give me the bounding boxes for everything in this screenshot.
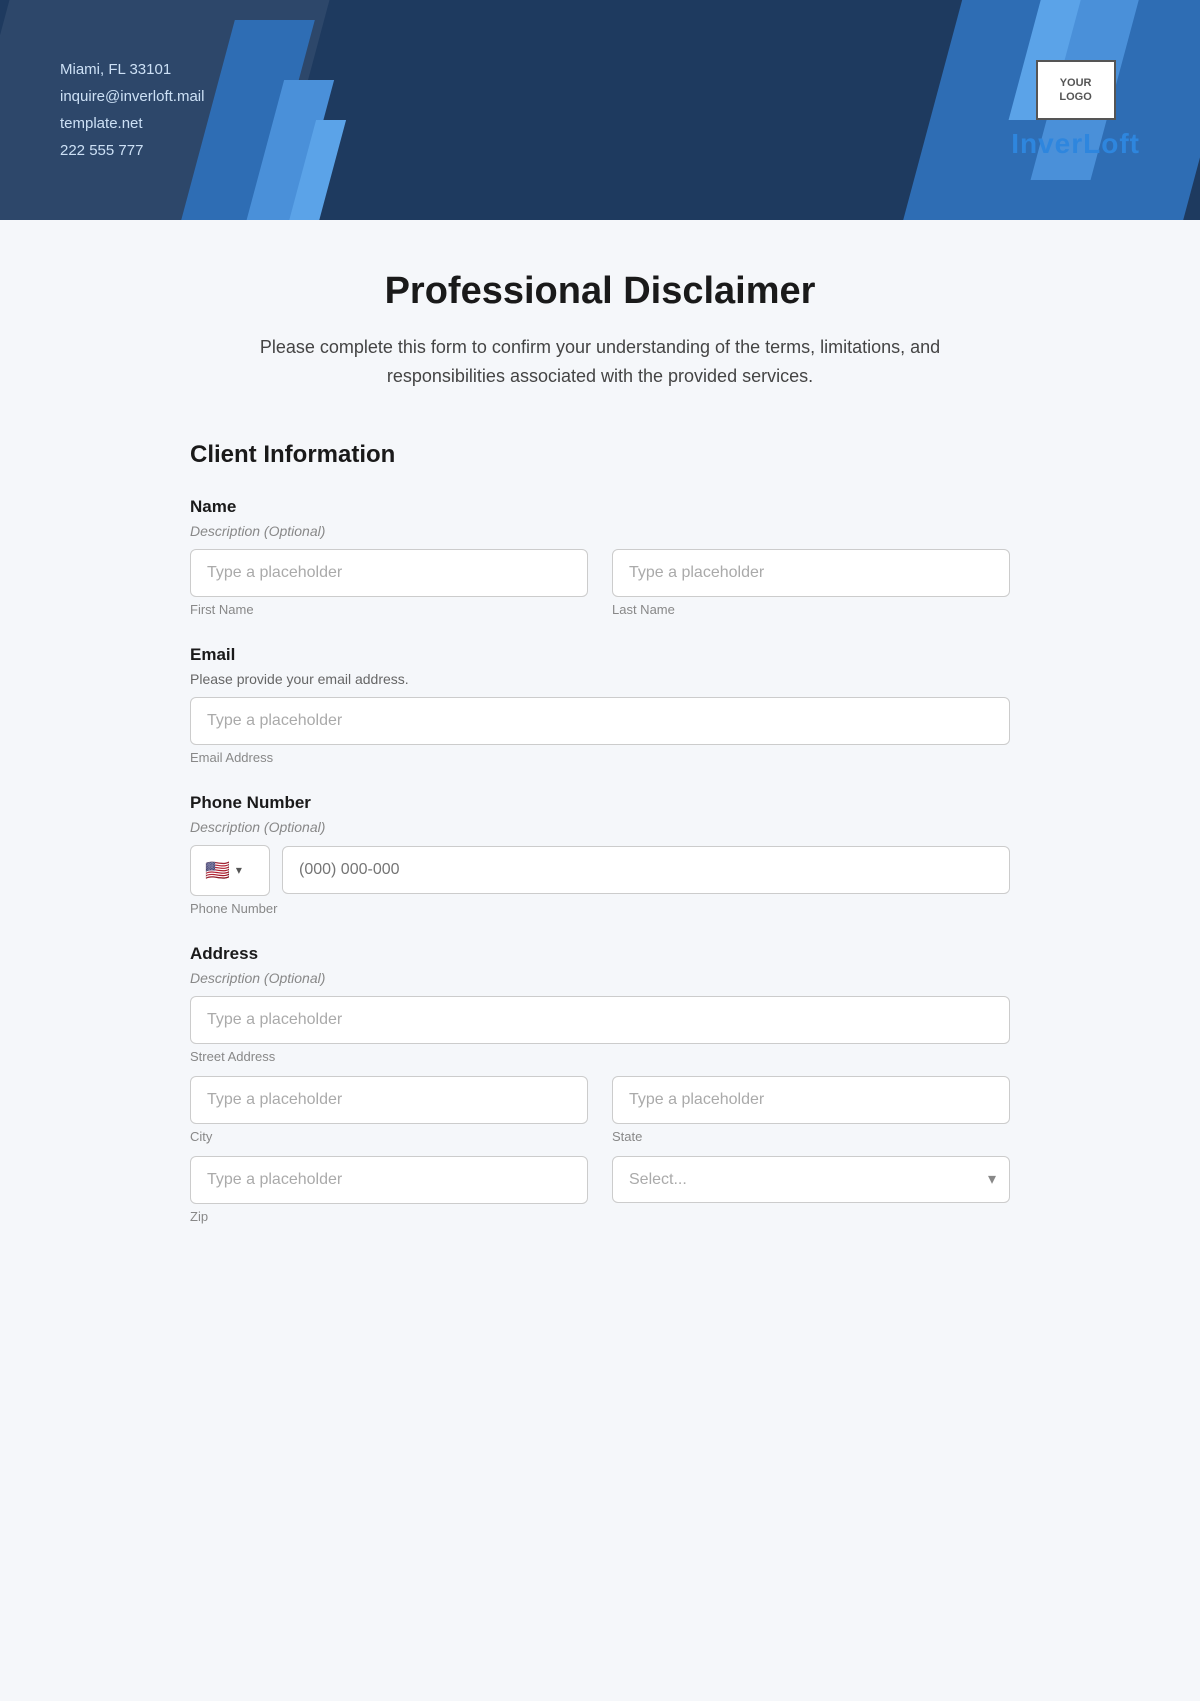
header-contact-info: Miami, FL 33101 inquire@inverloft.mail t… bbox=[60, 56, 204, 164]
header-brand: YOUR LOGO InverLoft bbox=[1011, 60, 1140, 160]
page-title: Professional Disclaimer bbox=[190, 270, 1010, 313]
page-subtitle: Please complete this form to confirm you… bbox=[250, 333, 950, 391]
zip-select-row: Zip Select... bbox=[190, 1156, 1010, 1224]
city-col: City bbox=[190, 1076, 588, 1144]
phone-number-input[interactable] bbox=[282, 846, 1010, 894]
name-label: Name bbox=[190, 497, 1010, 517]
brand-name: InverLoft bbox=[1011, 128, 1140, 160]
phone-hint: Phone Number bbox=[190, 901, 1010, 916]
address-field-group: Address Description (Optional) Street Ad… bbox=[190, 944, 1010, 1224]
flag-icon: 🇺🇸 bbox=[205, 858, 230, 883]
zip-hint: Zip bbox=[190, 1209, 588, 1224]
logo-text-line1: YOUR bbox=[1060, 76, 1092, 90]
zip-input[interactable] bbox=[190, 1156, 588, 1204]
email-input[interactable] bbox=[190, 697, 1010, 745]
email-field-group: Email Please provide your email address.… bbox=[190, 645, 1010, 765]
address-select[interactable]: Select... bbox=[612, 1156, 1010, 1203]
city-input[interactable] bbox=[190, 1076, 588, 1124]
last-name-hint: Last Name bbox=[612, 602, 1010, 617]
first-name-col: First Name bbox=[190, 549, 588, 617]
client-info-heading: Client Information bbox=[190, 441, 1010, 469]
phone-input-row: 🇺🇸 ▾ bbox=[190, 845, 1010, 896]
address-description: Description (Optional) bbox=[190, 970, 1010, 986]
email-description: Please provide your email address. bbox=[190, 671, 1010, 687]
first-name-input[interactable] bbox=[190, 549, 588, 597]
state-col: State bbox=[612, 1076, 1010, 1144]
city-hint: City bbox=[190, 1129, 588, 1144]
zip-col: Zip bbox=[190, 1156, 588, 1224]
street-row: Street Address bbox=[190, 996, 1010, 1064]
name-inputs-row: First Name Last Name bbox=[190, 549, 1010, 617]
select-wrapper: Select... bbox=[612, 1156, 1010, 1203]
street-address-input[interactable] bbox=[190, 996, 1010, 1044]
city-state-row: City State bbox=[190, 1076, 1010, 1144]
street-hint: Street Address bbox=[190, 1049, 1010, 1064]
name-field-group: Name Description (Optional) First Name L… bbox=[190, 497, 1010, 617]
phone-field-group: Phone Number Description (Optional) 🇺🇸 ▾… bbox=[190, 793, 1010, 916]
state-hint: State bbox=[612, 1129, 1010, 1144]
last-name-input[interactable] bbox=[612, 549, 1010, 597]
first-name-hint: First Name bbox=[190, 602, 588, 617]
contact-website: template.net bbox=[60, 110, 204, 137]
chevron-down-icon: ▾ bbox=[236, 863, 242, 877]
last-name-col: Last Name bbox=[612, 549, 1010, 617]
phone-label: Phone Number bbox=[190, 793, 1010, 813]
main-content: Professional Disclaimer Please complete … bbox=[0, 220, 1200, 1314]
state-input[interactable] bbox=[612, 1076, 1010, 1124]
logo-box: YOUR LOGO bbox=[1036, 60, 1116, 120]
address-label: Address bbox=[190, 944, 1010, 964]
country-selector-button[interactable]: 🇺🇸 ▾ bbox=[190, 845, 270, 896]
contact-address: Miami, FL 33101 bbox=[60, 56, 204, 83]
logo-text-line2: LOGO bbox=[1059, 90, 1091, 104]
contact-email: inquire@inverloft.mail bbox=[60, 83, 204, 110]
email-label: Email bbox=[190, 645, 1010, 665]
page-header: Miami, FL 33101 inquire@inverloft.mail t… bbox=[0, 0, 1200, 220]
contact-phone: 222 555 777 bbox=[60, 137, 204, 164]
email-hint: Email Address bbox=[190, 750, 1010, 765]
select-col: Select... bbox=[612, 1156, 1010, 1224]
name-description: Description (Optional) bbox=[190, 523, 1010, 539]
phone-description: Description (Optional) bbox=[190, 819, 1010, 835]
client-info-section: Client Information Name Description (Opt… bbox=[190, 441, 1010, 1224]
